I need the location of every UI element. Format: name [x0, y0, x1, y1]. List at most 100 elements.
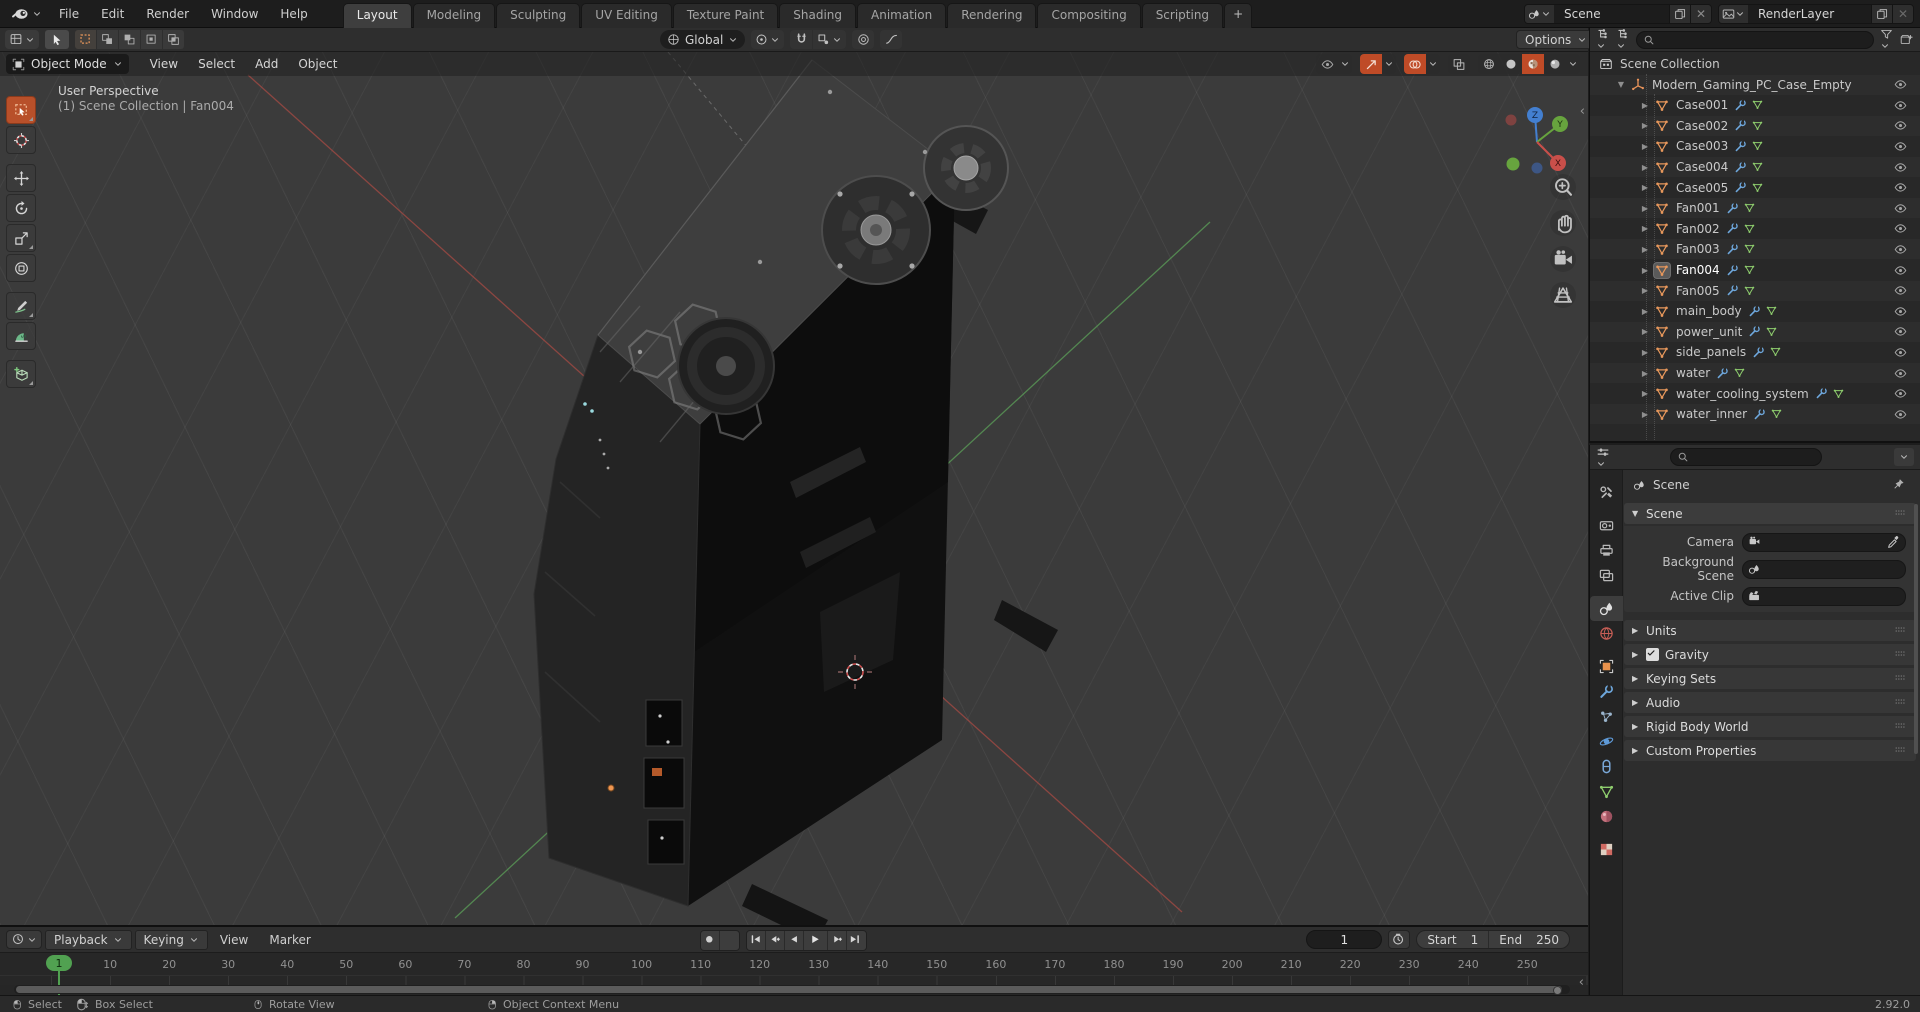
- workspace-tab-modeling[interactable]: Modeling: [412, 2, 496, 28]
- play-reverse-button[interactable]: [785, 931, 804, 950]
- outliner-row[interactable]: ▶ Fan002: [1590, 219, 1920, 239]
- modifier-wrench-icon[interactable]: [1716, 367, 1729, 380]
- panel-audio[interactable]: ▶ Audio: [1624, 692, 1916, 713]
- shading-rendered-button[interactable]: [1544, 54, 1566, 74]
- proportional-editing-toggle[interactable]: [852, 30, 875, 49]
- scene-name-field[interactable]: Scene: [1554, 5, 1669, 23]
- timeline-playback-dropdown[interactable]: Playback: [45, 929, 132, 950]
- hide-eye-icon[interactable]: [1893, 119, 1908, 132]
- tab-world[interactable]: [1590, 621, 1623, 646]
- tab-scene[interactable]: [1590, 596, 1623, 621]
- mesh-data-icon[interactable]: [1765, 326, 1778, 338]
- modifier-wrench-icon[interactable]: [1734, 140, 1747, 153]
- scene-datablock-icon[interactable]: [1525, 5, 1554, 23]
- drag-handle-icon[interactable]: [1892, 508, 1908, 520]
- menu-window[interactable]: Window: [202, 4, 267, 24]
- hide-eye-icon[interactable]: [1893, 202, 1908, 215]
- checkbox-checked[interactable]: [1646, 648, 1659, 661]
- tab-object[interactable]: [1590, 654, 1623, 679]
- new-render-layer-button[interactable]: [1871, 5, 1892, 23]
- editor-type-selector[interactable]: [1596, 28, 1610, 51]
- tab-physics[interactable]: [1590, 729, 1623, 754]
- panel-rigid-body-world[interactable]: ▶ Rigid Body World: [1624, 716, 1916, 737]
- mesh-data-icon[interactable]: [1765, 305, 1778, 317]
- expand-toggle-icon[interactable]: ▶: [1640, 183, 1650, 192]
- outliner-display-mode-dropdown[interactable]: [1616, 28, 1630, 51]
- expand-toggle-icon[interactable]: ▶: [1640, 348, 1650, 357]
- tool-annotate-button[interactable]: [6, 292, 36, 320]
- drag-handle-icon[interactable]: [1892, 721, 1908, 733]
- menu-file[interactable]: File: [50, 4, 88, 24]
- outliner-item-label[interactable]: water_inner: [1674, 407, 1749, 421]
- expand-toggle-icon[interactable]: ▼: [1616, 80, 1626, 89]
- outliner-row[interactable]: ▶ side_panels: [1590, 342, 1920, 362]
- expand-toggle-icon[interactable]: ▶: [1640, 327, 1650, 336]
- tab-constraints[interactable]: [1590, 754, 1623, 779]
- new-scene-button[interactable]: [1669, 5, 1690, 23]
- render-layer-name-field[interactable]: RenderLayer: [1748, 5, 1871, 23]
- record-button[interactable]: [701, 931, 720, 950]
- snap-toggle[interactable]: [790, 30, 813, 49]
- modifier-wrench-icon[interactable]: [1726, 284, 1739, 297]
- gizmos-dropdown[interactable]: [1382, 54, 1396, 74]
- record-options-button[interactable]: [720, 931, 739, 950]
- timeline-scrollbar[interactable]: [14, 985, 1570, 995]
- hide-eye-icon[interactable]: [1893, 222, 1908, 235]
- scene-panel-header[interactable]: ▼ Scene: [1624, 503, 1916, 524]
- menu-edit[interactable]: Edit: [92, 4, 133, 24]
- tab-particles[interactable]: [1590, 704, 1623, 729]
- outliner-item-label[interactable]: Modern_Gaming_PC_Case_Empty: [1650, 78, 1854, 92]
- shading-solid-button[interactable]: [1500, 54, 1522, 74]
- select-mode-invert-button[interactable]: [141, 30, 162, 49]
- viewport-menu-select[interactable]: Select: [189, 55, 244, 73]
- menu-help[interactable]: Help: [271, 4, 316, 24]
- outliner-row[interactable]: Scene Collection: [1590, 54, 1920, 74]
- mesh-data-icon[interactable]: [1743, 223, 1756, 235]
- hide-eye-icon[interactable]: [1893, 78, 1908, 91]
- panel-gravity[interactable]: ▶ Gravity: [1624, 644, 1916, 665]
- collapse-sidebar-icon[interactable]: ‹: [1580, 104, 1585, 119]
- tab-render[interactable]: [1590, 513, 1623, 538]
- navigation-gizmo[interactable]: Z Y X: [1498, 102, 1578, 182]
- hide-eye-icon[interactable]: [1893, 387, 1908, 400]
- shading-material-button[interactable]: [1522, 54, 1544, 74]
- play-button[interactable]: [804, 931, 828, 950]
- drag-handle-icon[interactable]: [1892, 625, 1908, 637]
- outliner-item-label[interactable]: side_panels: [1674, 345, 1748, 359]
- tool-select-box-button[interactable]: [6, 96, 36, 124]
- outliner-item-label[interactable]: Fan004: [1674, 263, 1722, 277]
- outliner-row[interactable]: ▶ water_cooling_system: [1590, 384, 1920, 404]
- tab-output[interactable]: [1590, 538, 1623, 563]
- overlays-toggle[interactable]: [1404, 54, 1426, 74]
- outliner-row[interactable]: ▼ Modern_Gaming_PC_Case_Empty: [1590, 75, 1920, 95]
- modifier-wrench-icon[interactable]: [1752, 346, 1765, 359]
- mesh-data-icon[interactable]: [1751, 182, 1764, 194]
- outliner-item-label[interactable]: Fan003: [1674, 242, 1722, 256]
- modifier-wrench-icon[interactable]: [1734, 119, 1747, 132]
- outliner-item-label[interactable]: Case004: [1674, 160, 1730, 174]
- tool-add-cube-button[interactable]: [6, 360, 36, 388]
- tool-scale-button[interactable]: [6, 224, 36, 252]
- options-dropdown[interactable]: Options: [1516, 30, 1597, 49]
- workspace-tab-uv-editing[interactable]: UV Editing: [581, 2, 672, 28]
- pin-icon[interactable]: [1893, 478, 1906, 491]
- expand-toggle-icon[interactable]: ▶: [1640, 389, 1650, 398]
- viewport-menu-add[interactable]: Add: [246, 55, 287, 73]
- hide-eye-icon[interactable]: [1893, 305, 1908, 318]
- modifier-wrench-icon[interactable]: [1726, 243, 1739, 256]
- outliner-row[interactable]: ▶ Case005: [1590, 178, 1920, 198]
- outliner-item-label[interactable]: Case001: [1674, 98, 1730, 112]
- modifier-wrench-icon[interactable]: [1734, 99, 1747, 112]
- hide-eye-icon[interactable]: [1893, 99, 1908, 112]
- outliner-item-label[interactable]: Fan005: [1674, 284, 1722, 298]
- outliner-row[interactable]: ▶ power_unit: [1590, 322, 1920, 342]
- drag-handle-icon[interactable]: [1892, 697, 1908, 709]
- select-mode-new-button[interactable]: [75, 30, 96, 49]
- modifier-wrench-icon[interactable]: [1734, 161, 1747, 174]
- modifier-wrench-icon[interactable]: [1753, 408, 1766, 421]
- viewport-menu-view[interactable]: View: [141, 55, 187, 73]
- outliner-item-label[interactable]: power_unit: [1674, 325, 1744, 339]
- hide-eye-icon[interactable]: [1893, 243, 1908, 256]
- viewport-menu-object[interactable]: Object: [289, 55, 346, 73]
- orthographic-grid-button[interactable]: [1550, 282, 1576, 308]
